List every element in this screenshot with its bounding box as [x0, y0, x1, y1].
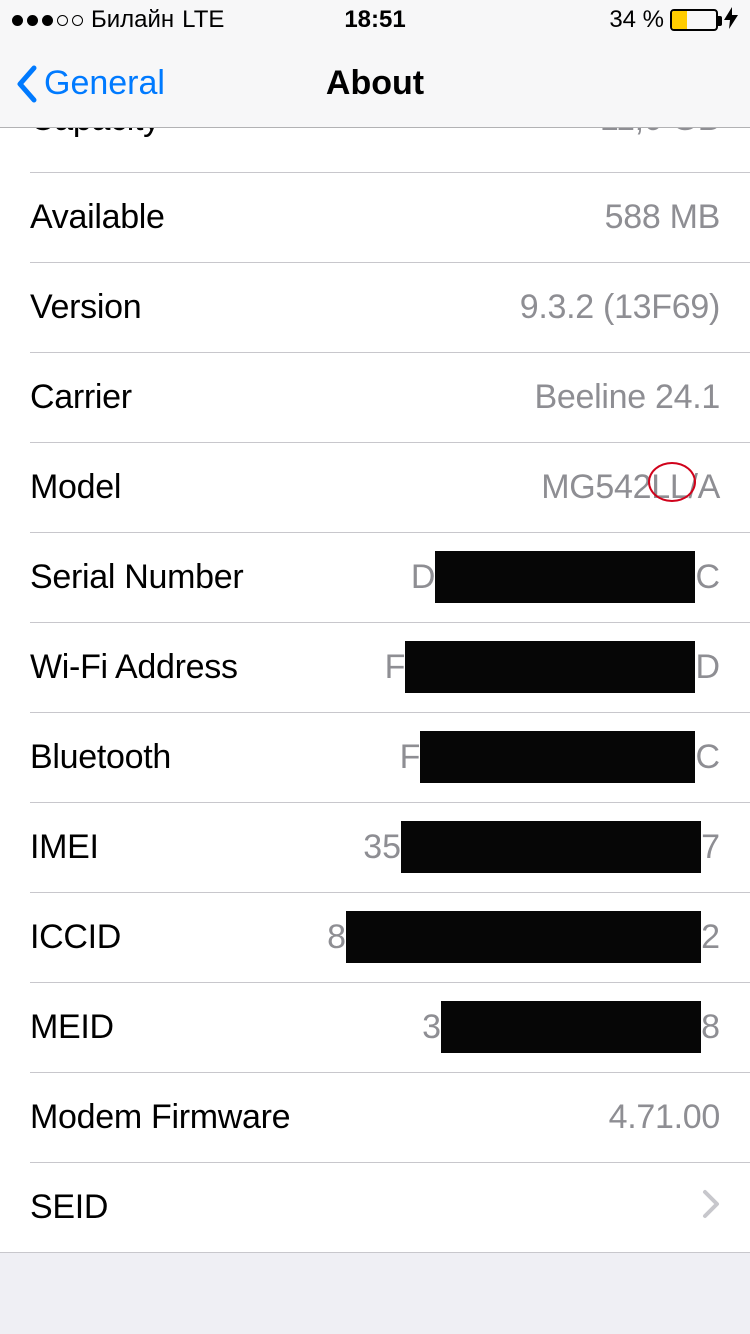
redact-suffix: D	[695, 648, 720, 687]
row-label: Carrier	[30, 378, 132, 417]
status-right: 34 %	[406, 6, 738, 34]
row-value: MG542LL/A	[541, 468, 720, 507]
status-bar: Билайн LTE 18:51 34 %	[0, 0, 750, 40]
redact-suffix: 2	[701, 918, 720, 957]
redaction-block-icon	[405, 641, 695, 693]
redact-prefix: 3	[422, 1008, 441, 1047]
status-connection: LTE	[182, 6, 224, 34]
row-label: Capacity	[30, 128, 160, 139]
row-label: Wi-Fi Address	[30, 648, 238, 687]
row-model[interactable]: Model MG542LL/A	[0, 442, 750, 532]
row-value-redacted: 3 8	[422, 1001, 720, 1053]
row-value: 4.71.00	[609, 1098, 720, 1137]
redact-prefix: F	[385, 648, 406, 687]
redact-suffix: C	[695, 738, 720, 777]
row-version[interactable]: Version 9.3.2 (13F69)	[0, 262, 750, 352]
about-list[interactable]: Capacity 11,0 GB Available 588 MB Versio…	[0, 127, 750, 1253]
row-meid[interactable]: MEID 3 8	[0, 982, 750, 1072]
row-seid[interactable]: SEID	[0, 1162, 750, 1252]
status-left: Билайн LTE	[12, 6, 344, 34]
row-label: SEID	[30, 1188, 108, 1227]
redact-suffix: 8	[701, 1008, 720, 1047]
redact-suffix: 7	[701, 828, 720, 867]
status-carrier: Билайн	[91, 6, 174, 34]
row-bluetooth[interactable]: Bluetooth F C	[0, 712, 750, 802]
status-time: 18:51	[344, 6, 405, 34]
row-modem-firmware[interactable]: Modem Firmware 4.71.00	[0, 1072, 750, 1162]
row-value-redacted: 8 2	[327, 911, 720, 963]
redact-suffix: C	[695, 558, 720, 597]
row-imei[interactable]: IMEI 35 7	[0, 802, 750, 892]
battery-icon	[670, 9, 718, 31]
row-value-redacted: D C	[411, 551, 720, 603]
row-label: Serial Number	[30, 558, 243, 597]
redaction-block-icon	[401, 821, 701, 873]
battery-percentage: 34 %	[609, 6, 664, 34]
row-value: Beeline 24.1	[535, 378, 720, 417]
row-value-redacted: F C	[400, 731, 720, 783]
redaction-block-icon	[441, 1001, 701, 1053]
row-value: 11,0 GB	[600, 128, 720, 139]
chevron-right-icon	[702, 1186, 720, 1229]
row-wifi-address[interactable]: Wi-Fi Address F D	[0, 622, 750, 712]
redaction-block-icon	[346, 911, 701, 963]
redaction-block-icon	[420, 731, 695, 783]
footer-gap	[0, 1253, 750, 1293]
row-available[interactable]: Available 588 MB	[0, 172, 750, 262]
row-value-redacted: F D	[385, 641, 720, 693]
row-label: Version	[30, 288, 141, 327]
back-label: General	[44, 64, 165, 103]
redact-prefix: D	[411, 558, 436, 597]
row-label: Modem Firmware	[30, 1098, 290, 1137]
row-carrier[interactable]: Carrier Beeline 24.1	[0, 352, 750, 442]
charging-icon	[724, 7, 738, 33]
row-label: Available	[30, 198, 165, 237]
back-button[interactable]: General	[0, 64, 165, 104]
row-label: Bluetooth	[30, 738, 171, 777]
row-label: Model	[30, 468, 121, 507]
row-serial-number[interactable]: Serial Number D C	[0, 532, 750, 622]
row-value: 588 MB	[605, 198, 720, 237]
redaction-block-icon	[435, 551, 695, 603]
nav-bar: General About	[0, 40, 750, 128]
row-capacity[interactable]: Capacity 11,0 GB	[0, 128, 750, 172]
redact-prefix: F	[400, 738, 421, 777]
signal-strength-icon	[12, 15, 83, 26]
row-iccid[interactable]: ICCID 8 2	[0, 892, 750, 982]
row-value-redacted: 35 7	[363, 821, 720, 873]
row-value: 9.3.2 (13F69)	[520, 288, 720, 327]
row-label: MEID	[30, 1008, 114, 1047]
row-label: ICCID	[30, 918, 121, 957]
chevron-left-icon	[14, 64, 38, 104]
redact-prefix: 35	[363, 828, 401, 867]
redact-prefix: 8	[327, 918, 346, 957]
row-label: IMEI	[30, 828, 99, 867]
